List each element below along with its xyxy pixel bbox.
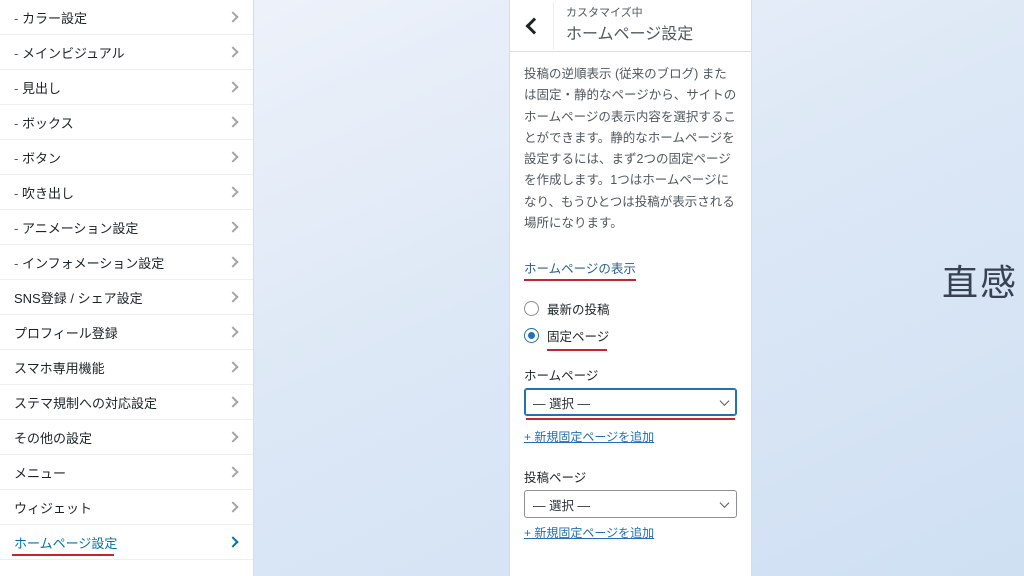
panel-header: カスタマイズ中 ホームページ設定 bbox=[510, 0, 751, 52]
sidebar-item-button[interactable]: ボタン bbox=[0, 140, 253, 175]
sidebar-item-label: 見出し bbox=[14, 78, 61, 97]
add-posts-page-link[interactable]: + 新規固定ページを追加 bbox=[524, 524, 654, 541]
posts-page-select[interactable]: — 選択 — bbox=[524, 490, 737, 518]
chevron-right-icon bbox=[227, 501, 238, 512]
select-value: — 選択 — bbox=[533, 393, 590, 412]
select-value: — 選択 — bbox=[533, 495, 590, 514]
radio-icon bbox=[524, 301, 539, 316]
sidebar-item-color[interactable]: カラー設定 bbox=[0, 0, 253, 35]
sidebar-item-label: スマホ専用機能 bbox=[14, 358, 105, 377]
sidebar-item-information[interactable]: インフォメーション設定 bbox=[0, 245, 253, 280]
sidebar-item-main-visual[interactable]: メインビジュアル bbox=[0, 35, 253, 70]
chevron-left-icon bbox=[525, 17, 542, 34]
sidebar-item-label: ボックス bbox=[14, 113, 74, 132]
chevron-right-icon bbox=[227, 221, 238, 232]
sidebar-item-stealth-marketing[interactable]: ステマ規制への対応設定 bbox=[0, 385, 253, 420]
radio-label: 固定ページ bbox=[547, 326, 609, 345]
chevron-right-icon bbox=[227, 431, 238, 442]
chevron-right-icon bbox=[227, 361, 238, 372]
radio-icon bbox=[524, 328, 539, 343]
sidebar-item-label: インフォメーション設定 bbox=[14, 253, 164, 272]
chevron-right-icon bbox=[227, 326, 238, 337]
chevron-right-icon bbox=[227, 151, 238, 162]
chevron-down-icon bbox=[720, 396, 730, 406]
sidebar-item-label: メニュー bbox=[14, 463, 66, 482]
sidebar-item-label: 吹き出し bbox=[14, 183, 74, 202]
highlight-underline bbox=[526, 418, 735, 420]
chevron-right-icon bbox=[227, 291, 238, 302]
panel-breadcrumb: カスタマイズ中 bbox=[566, 7, 693, 20]
sidebar-item-balloon[interactable]: 吹き出し bbox=[0, 175, 253, 210]
sidebar-item-label: ステマ規制への対応設定 bbox=[14, 393, 157, 412]
customizer-sidebar: カラー設定 メインビジュアル 見出し ボックス ボタン 吹き出し アニメーション… bbox=[0, 0, 254, 576]
sidebar-item-widgets[interactable]: ウィジェット bbox=[0, 490, 253, 525]
sidebar-item-label: メインビジュアル bbox=[14, 43, 125, 62]
sidebar-item-mobile[interactable]: スマホ専用機能 bbox=[0, 350, 253, 385]
sidebar-item-label: プロフィール登録 bbox=[14, 323, 118, 342]
chevron-right-icon bbox=[227, 11, 238, 22]
chevron-right-icon bbox=[227, 396, 238, 407]
chevron-right-icon bbox=[227, 81, 238, 92]
panel-title-wrap: カスタマイズ中 ホームページ設定 bbox=[554, 3, 703, 48]
chevron-right-icon bbox=[227, 466, 238, 477]
radio-dot-icon bbox=[528, 332, 535, 339]
sidebar-item-label: その他の設定 bbox=[14, 428, 92, 447]
sidebar-item-menus[interactable]: メニュー bbox=[0, 455, 253, 490]
sidebar-item-label: ホームページ設定 bbox=[14, 533, 117, 552]
sidebar-item-profile[interactable]: プロフィール登録 bbox=[0, 315, 253, 350]
radio-latest-posts[interactable]: 最新の投稿 bbox=[524, 299, 737, 318]
chevron-right-icon bbox=[227, 186, 238, 197]
sidebar-item-label: SNS登録 / シェア設定 bbox=[14, 288, 143, 307]
chevron-right-icon bbox=[227, 536, 238, 547]
panel-description: 投稿の逆順表示 (従来のブログ) または固定・静的なページから、サイトのホームペ… bbox=[524, 64, 737, 234]
homepage-select-label: ホームページ bbox=[524, 365, 737, 384]
sidebar-item-label: ウィジェット bbox=[14, 498, 92, 517]
add-homepage-link[interactable]: + 新規固定ページを追加 bbox=[524, 428, 654, 445]
panel-title: ホームページ設定 bbox=[566, 20, 693, 44]
sidebar-item-other[interactable]: その他の設定 bbox=[0, 420, 253, 455]
sidebar-item-heading[interactable]: 見出し bbox=[0, 70, 253, 105]
customizer-panel-homepage: カスタマイズ中 ホームページ設定 投稿の逆順表示 (従来のブログ) または固定・… bbox=[509, 0, 752, 576]
sidebar-item-homepage-settings[interactable]: ホームページ設定 bbox=[0, 525, 253, 560]
sidebar-item-label: アニメーション設定 bbox=[14, 218, 138, 237]
radio-static-page[interactable]: 固定ページ bbox=[524, 326, 737, 345]
sidebar-item-sns[interactable]: SNS登録 / シェア設定 bbox=[0, 280, 253, 315]
radio-label: 最新の投稿 bbox=[547, 299, 610, 318]
chevron-down-icon bbox=[720, 498, 730, 508]
panel-body: 投稿の逆順表示 (従来のブログ) または固定・静的なページから、サイトのホームペ… bbox=[510, 52, 751, 561]
highlight-underline bbox=[547, 349, 607, 351]
chevron-right-icon bbox=[227, 46, 238, 57]
sidebar-item-animation[interactable]: アニメーション設定 bbox=[0, 210, 253, 245]
chevron-right-icon bbox=[227, 256, 238, 267]
sidebar-item-box[interactable]: ボックス bbox=[0, 105, 253, 140]
homepage-select[interactable]: — 選択 — bbox=[524, 388, 737, 416]
sidebar-item-label: ボタン bbox=[14, 148, 61, 167]
section-heading-display: ホームページの表示 bbox=[524, 258, 636, 281]
highlight-underline bbox=[12, 554, 114, 556]
sidebar-item-label: カラー設定 bbox=[14, 8, 87, 27]
back-button[interactable] bbox=[510, 2, 554, 50]
chevron-right-icon bbox=[227, 116, 238, 127]
posts-page-select-label: 投稿ページ bbox=[524, 467, 737, 486]
